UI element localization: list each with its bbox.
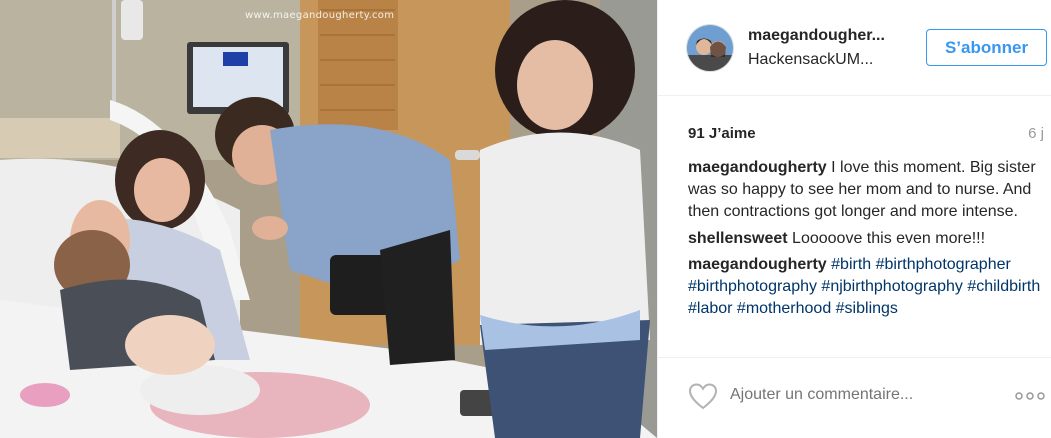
likes-count[interactable]: 91 J’aime <box>688 125 756 142</box>
heart-icon[interactable] <box>688 382 718 412</box>
avatar-image <box>687 25 733 71</box>
avatar[interactable] <box>686 24 734 72</box>
comment-username[interactable]: maegandougherty <box>688 256 827 273</box>
comment-item: shellensweet Looooove this even more!!! <box>688 228 1050 250</box>
post-stats: 91 J’aime 6 j <box>658 96 1051 156</box>
comment-item: maegandougherty I love this moment. Big … <box>688 157 1050 224</box>
post-photo[interactable]: www.maegandougherty.com <box>0 0 657 438</box>
comment-username[interactable]: shellensweet <box>688 230 788 247</box>
follow-button[interactable]: S’abonner <box>926 29 1047 66</box>
post-age[interactable]: 6 j <box>1028 125 1044 142</box>
photo-illustration <box>0 0 657 438</box>
post-actions <box>658 357 1051 438</box>
post-header: maegandougher... HackensackUM... S’abonn… <box>658 0 1051 96</box>
photo-watermark: www.maegandougherty.com <box>245 10 395 21</box>
more-options-icon[interactable] <box>1014 388 1046 404</box>
comment-item: maegandougherty #birth #birthphotographe… <box>688 254 1050 321</box>
post-location[interactable]: HackensackUM... <box>748 51 873 69</box>
post-side-panel: maegandougher... HackensackUM... S’abonn… <box>657 0 1051 438</box>
comment-text: Looooove this even more!!! <box>787 229 986 247</box>
comment-username[interactable]: maegandougherty <box>688 159 827 176</box>
comment-list[interactable]: maegandougherty I love this moment. Big … <box>688 157 1050 355</box>
post-author-username[interactable]: maegandougher... <box>748 27 885 45</box>
add-comment-input[interactable] <box>730 386 980 404</box>
